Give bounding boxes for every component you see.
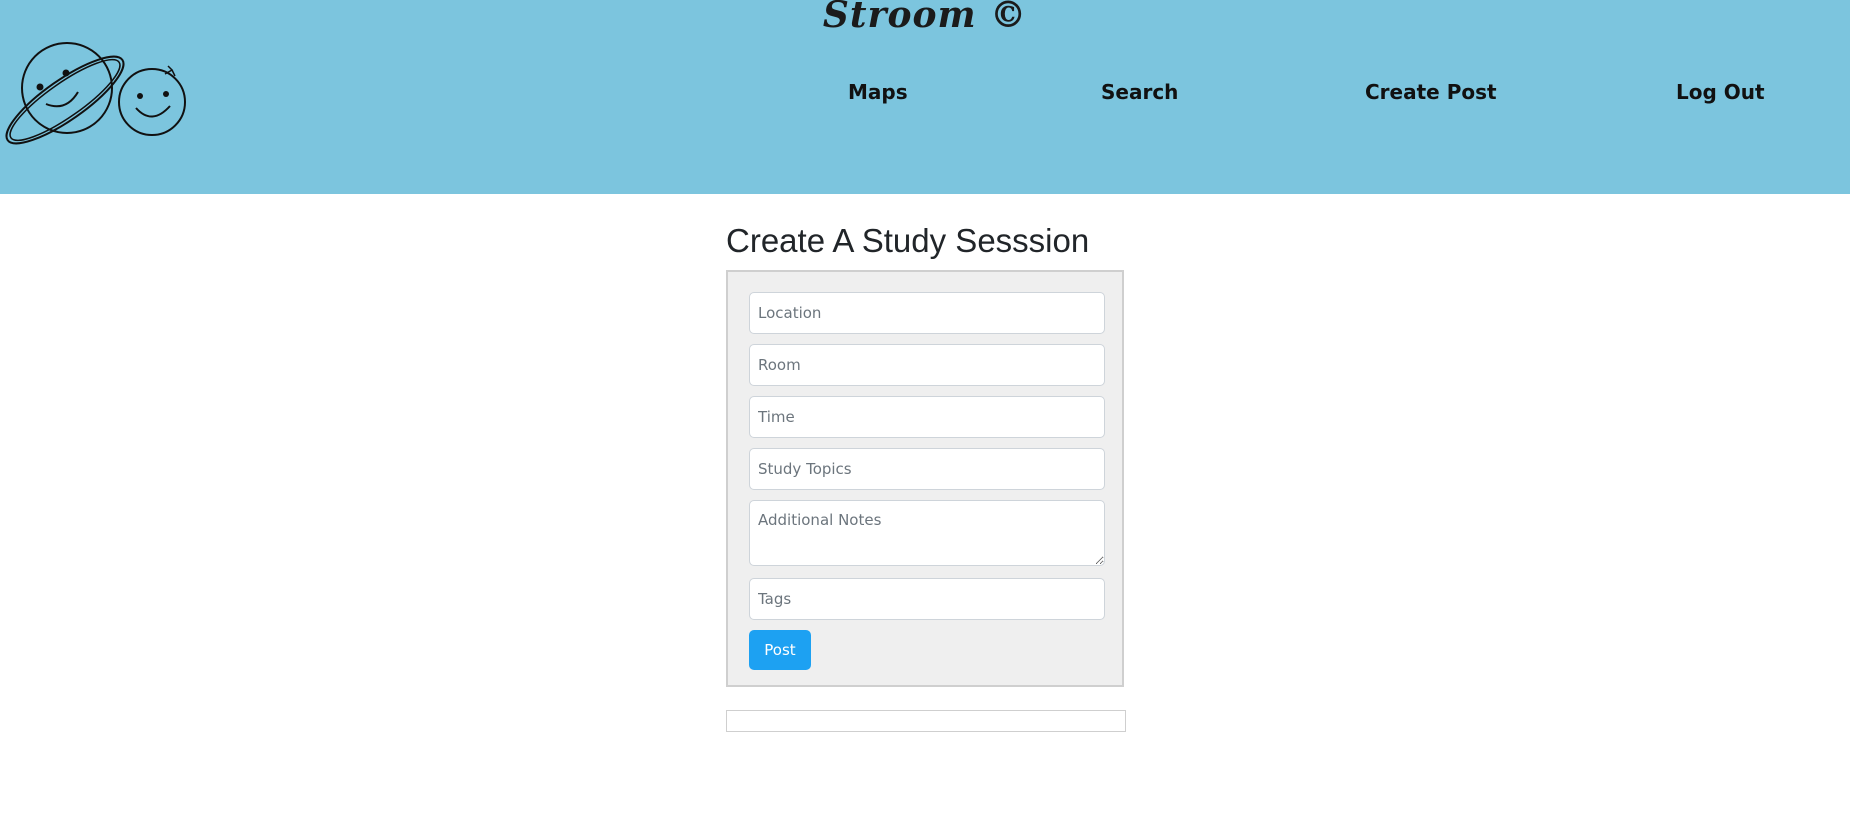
additional-notes-textarea[interactable] [749,500,1105,566]
planets-smiley-logo-icon[interactable] [0,40,190,145]
brand-title: Stroom © [822,0,1028,36]
posts-results-container [726,710,1126,732]
nav-maps[interactable]: Maps [848,80,908,104]
create-session-form: Post [726,270,1124,687]
nav-create-post[interactable]: Create Post [1365,80,1497,104]
post-button[interactable]: Post [749,630,811,670]
time-input[interactable] [749,396,1105,438]
nav-search[interactable]: Search [1101,80,1178,104]
location-input[interactable] [749,292,1105,334]
site-header: Stroom © Maps Search Create Post Log Out [0,0,1850,194]
tags-input[interactable] [749,578,1105,620]
nav-log-out[interactable]: Log Out [1676,80,1765,104]
study-topics-input[interactable] [749,448,1105,490]
room-input[interactable] [749,344,1105,386]
page-title: Create A Study Sesssion [726,222,1090,259]
